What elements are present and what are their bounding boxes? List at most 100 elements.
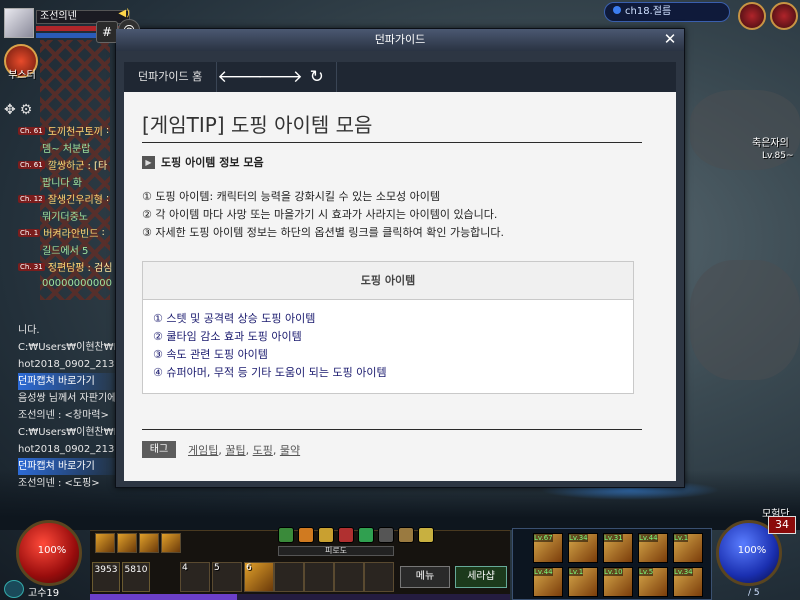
chat-name[interactable]: 정편담펑 bbox=[48, 259, 85, 274]
move-icon[interactable]: ✥ bbox=[4, 102, 20, 118]
chat-text: : [타 bbox=[87, 161, 108, 172]
refresh-icon[interactable]: ↻ bbox=[297, 62, 338, 92]
tag-link[interactable]: 도핑 bbox=[253, 444, 273, 457]
control-icons: ✥⚙ bbox=[4, 102, 36, 118]
back-arrow-icon[interactable]: 🡐 bbox=[217, 62, 263, 92]
quest-slot[interactable] bbox=[364, 562, 394, 592]
plus-icon[interactable] bbox=[418, 527, 434, 543]
doping-items-box: 도핑 아이템 ① 스텟 및 공격력 상승 도핑 아이템 ② 쿨타임 감소 효과 … bbox=[142, 261, 634, 394]
chat-line: Ch. 1 버켜라안빈드: bbox=[18, 224, 122, 241]
system-line: hot2018_0902_213048 bbox=[18, 359, 122, 370]
tag-link[interactable]: 꿀팁 bbox=[225, 444, 245, 457]
chat-line: 길드에서 5 bbox=[18, 241, 122, 258]
hash-tab-icon[interactable]: # bbox=[96, 21, 118, 43]
link-stat-attack[interactable]: ① 스텟 및 공격력 상승 도핑 아이템 bbox=[153, 310, 623, 328]
book-icon[interactable] bbox=[398, 527, 414, 543]
skill-slot[interactable]: Lv.44 bbox=[533, 567, 563, 597]
system-line: 조선의넨 : <창마력> bbox=[18, 410, 109, 421]
play-icon: ▶ bbox=[142, 155, 155, 169]
chat-line: 뎀~ 처분랍 bbox=[18, 139, 122, 156]
chat-name[interactable]: 잘생긴우리형 bbox=[48, 191, 103, 206]
title-divider bbox=[142, 142, 642, 143]
mp-text: 100% bbox=[737, 545, 767, 556]
adventure-level: 34 bbox=[768, 516, 796, 534]
stat-box[interactable]: 5810 bbox=[122, 562, 150, 592]
skill-slot[interactable]: Lv.34 bbox=[568, 533, 598, 563]
capture-link[interactable]: 던파캡쳐 바로가기 bbox=[18, 458, 122, 475]
d-icon[interactable] bbox=[318, 527, 334, 543]
buff-slot[interactable] bbox=[117, 533, 137, 553]
skill-slot[interactable]: Lv.34 bbox=[673, 567, 703, 597]
skill-slot[interactable]: Lv.31 bbox=[603, 533, 633, 563]
chat-text: : bbox=[105, 125, 110, 136]
inventory-slot[interactable] bbox=[304, 562, 334, 592]
skill-slot[interactable]: Lv.1 bbox=[568, 567, 598, 597]
hp-text: 100% bbox=[37, 545, 67, 556]
chat-line: Ch. 61 도끼천구토끼: bbox=[18, 122, 122, 139]
rent-icon[interactable] bbox=[378, 527, 394, 543]
chat-name[interactable]: 깔쌍하군 bbox=[48, 157, 85, 172]
channel-dot-icon bbox=[613, 6, 621, 14]
guide-home-button[interactable]: 던파가이드 홈 bbox=[124, 62, 218, 92]
close-icon[interactable]: ✕ bbox=[662, 29, 678, 51]
buff-slot[interactable] bbox=[95, 533, 115, 553]
chat-line: Ch. 31 정편담펑: 검심 bbox=[18, 258, 122, 275]
chat-name[interactable]: 도끼천구토끼 bbox=[48, 123, 103, 138]
skill-slot[interactable]: Lv.10 bbox=[603, 567, 633, 597]
seria-shop-button[interactable]: 세라샵 bbox=[455, 566, 507, 588]
chat-text: : bbox=[105, 193, 110, 204]
intro-text: ① 도핑 아이템: 캐릭터의 능력을 강화시킬 수 있는 소모성 아이템 ② 각… bbox=[142, 188, 652, 242]
mp-fraction: / 5 bbox=[748, 588, 760, 598]
channel-badge: Ch. 61 bbox=[18, 160, 45, 169]
channel-badge: Ch. 31 bbox=[18, 262, 45, 271]
chat-log[interactable]: Ch. 61 도끼천구토끼: 뎀~ 처분랍 Ch. 61 깔쌍하군: [타 팝니다 화 Ch… bbox=[18, 122, 122, 292]
chat-line: 뭐기더중노 bbox=[18, 207, 122, 224]
channel-badge: Ch. 1 bbox=[18, 228, 41, 237]
speaker-icon[interactable]: ◀) bbox=[118, 8, 130, 19]
link-superarmor-etc[interactable]: ④ 슈퍼아머, 무적 등 기타 도움이 되는 도핑 아이템 bbox=[153, 364, 623, 382]
item-slot[interactable]: 5 bbox=[212, 562, 242, 592]
section-title: 도핑 아이템 정보 모음 bbox=[161, 156, 264, 169]
chat-line: Ch. 12 잘생긴우리형: bbox=[18, 190, 122, 207]
skill-slot[interactable]: Lv.5 bbox=[638, 567, 668, 597]
intro-line: ① 도핑 아이템: 캐릭터의 능력을 강화시킬 수 있는 소모성 아이템 bbox=[142, 190, 441, 203]
calendar-icon[interactable] bbox=[278, 527, 294, 543]
channel-badge: Ch. 12 bbox=[18, 194, 45, 203]
link-speed[interactable]: ③ 속도 관련 도핑 아이템 bbox=[153, 346, 623, 364]
skill-slot[interactable]: Lv.44 bbox=[638, 533, 668, 563]
event-button[interactable] bbox=[738, 2, 766, 30]
skill-level: Lv.31 bbox=[604, 534, 623, 542]
capture-link[interactable]: 던파캡쳐 바로가기 bbox=[18, 373, 122, 390]
chat-name[interactable]: 버켜라안빈드 bbox=[43, 225, 98, 240]
menu-button[interactable]: 메뉴 bbox=[400, 566, 450, 588]
skill-slot[interactable]: Lv.1 bbox=[673, 533, 703, 563]
tag-link[interactable]: 물약 bbox=[280, 444, 300, 457]
skill-level: Lv.34 bbox=[674, 568, 693, 576]
skill-slot[interactable] bbox=[334, 562, 364, 592]
guide-toolbar: 던파가이드 홈 🡐 🡒 ↻ bbox=[124, 62, 676, 92]
pumpkin-icon[interactable] bbox=[298, 527, 314, 543]
forward-arrow-icon[interactable]: 🡒 bbox=[257, 62, 303, 92]
skill-level: Lv.1 bbox=[569, 568, 584, 576]
shop-button[interactable] bbox=[770, 2, 798, 30]
item-slot[interactable]: 6 bbox=[244, 562, 274, 592]
tag-link[interactable]: 게임팁 bbox=[188, 444, 218, 457]
avatar[interactable] bbox=[4, 8, 34, 38]
x-icon[interactable] bbox=[358, 527, 374, 543]
item-slot[interactable]: 4 bbox=[180, 562, 210, 592]
chat-text: : bbox=[101, 227, 105, 238]
tag-list: 게임팁, 꿀팁, 도핑, 물약 bbox=[188, 444, 301, 457]
stat-box[interactable]: 3953 bbox=[92, 562, 120, 592]
character-slot[interactable] bbox=[274, 562, 304, 592]
link-cooldown[interactable]: ② 쿨타임 감소 효과 도핑 아이템 bbox=[153, 328, 623, 346]
buff-slot[interactable] bbox=[161, 533, 181, 553]
skill-slot[interactable]: Lv.67 bbox=[533, 533, 563, 563]
channel-indicator[interactable]: ch18.절름 bbox=[604, 2, 730, 22]
gear-icon[interactable]: ⚙ bbox=[20, 102, 37, 118]
window-titlebar[interactable]: 던파가이드 ✕ bbox=[116, 29, 684, 51]
system-log[interactable]: 니다. C:₩Users₩이현찬₩Doc hot2018_0902_213048 던파… bbox=[18, 322, 122, 492]
buff-slot[interactable] bbox=[139, 533, 159, 553]
box-icon[interactable] bbox=[338, 527, 354, 543]
skill-bar: Lv.67 Lv.34 Lv.31 Lv.44 Lv.1 Lv.44 Lv.1 Lv.10 Lv… bbox=[512, 528, 712, 600]
window-title: 던파가이드 bbox=[374, 33, 426, 46]
